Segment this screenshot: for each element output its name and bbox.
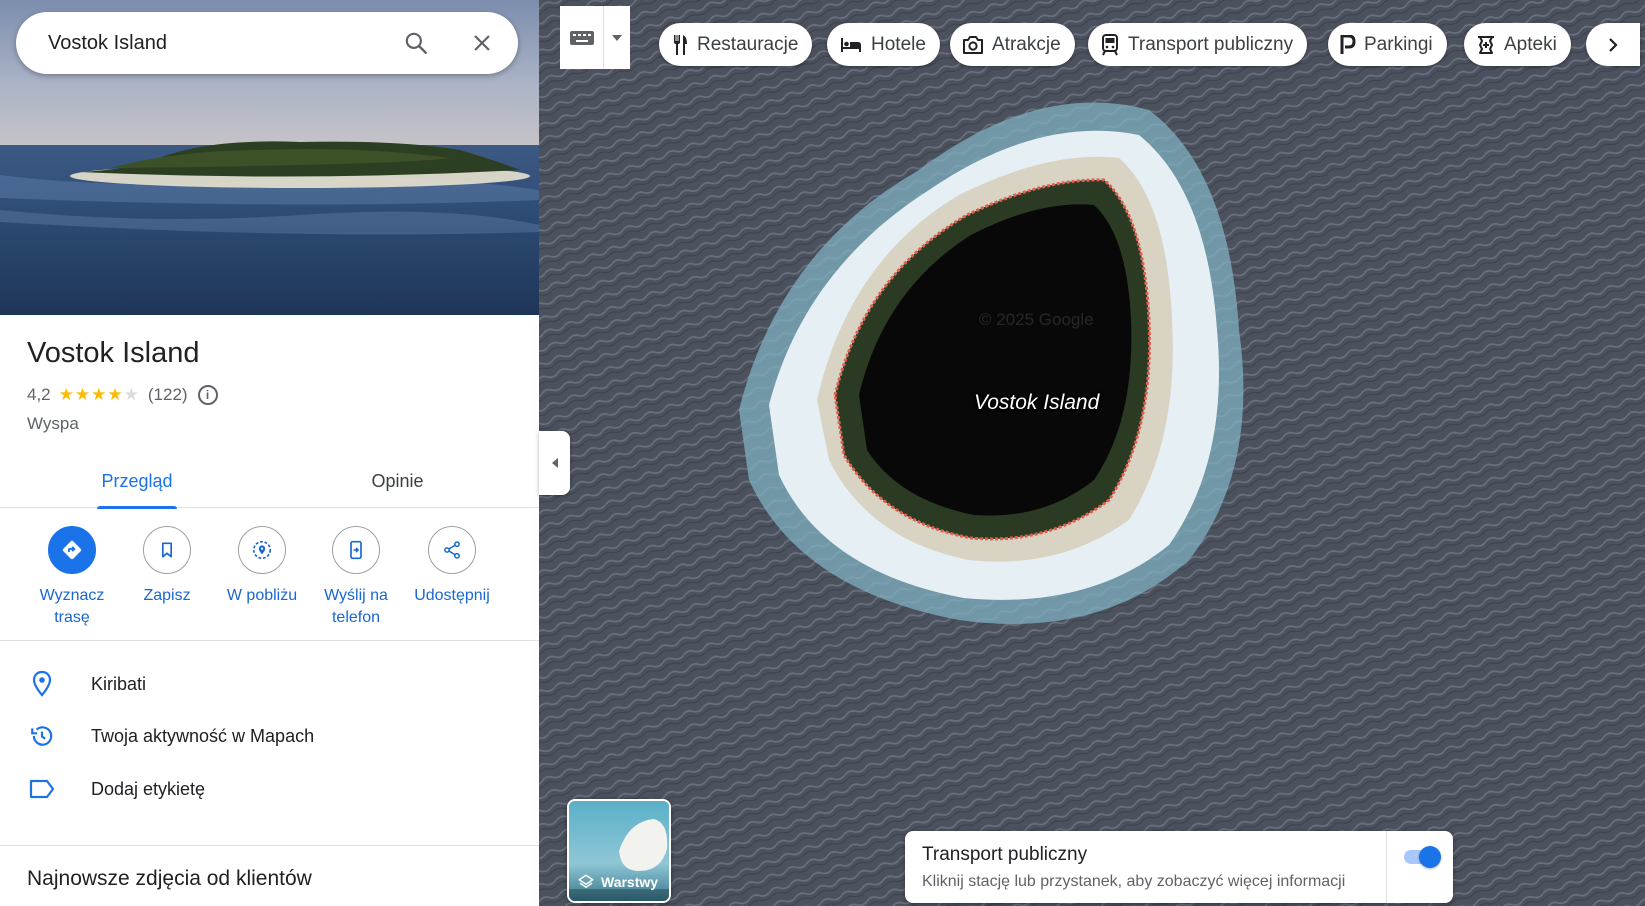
info-icon[interactable]: i (197, 385, 218, 405)
save-label: Zapisz (143, 587, 191, 604)
tab-reviews[interactable]: Opinie (355, 455, 440, 508)
place-category: Wyspa (27, 414, 79, 433)
chip-attractions[interactable]: Atrakcje (950, 23, 1075, 66)
transit-info-panel: Transport publiczny Kliknij stację lub p… (905, 831, 1453, 903)
tab-overview[interactable]: Przegląd (97, 455, 177, 509)
star-icon: ★ (74, 385, 92, 404)
share-icon (428, 526, 476, 574)
send-to-phone-label-1: Wyślij na (324, 587, 388, 604)
info-row-activity[interactable]: Twoja aktywność w Mapach (0, 712, 539, 760)
place-title: Vostok Island (27, 337, 200, 369)
review-count[interactable]: (122) (148, 385, 188, 405)
transit-panel-title: Transport publiczny (922, 844, 1088, 865)
directions-icon (48, 526, 96, 574)
nearby-button[interactable]: W pobliżu (212, 526, 312, 607)
keyboard-input-button[interactable] (560, 6, 630, 69)
pharmacy-icon (1476, 35, 1496, 55)
chip-attractions-label: Atrakcje (992, 33, 1061, 55)
chip-parking-label: Parkingi (1364, 33, 1433, 55)
chip-transit-label: Transport publiczny (1128, 33, 1294, 55)
layers-label-wrap: Warstwy (577, 873, 658, 891)
transit-panel-subtitle: Kliknij stację lub przystanek, aby zobac… (922, 873, 1346, 890)
rating-row: 4,2 ★★★★★ (122) i (27, 385, 218, 405)
transit-icon (1100, 33, 1120, 56)
address-text: Kiribati (91, 673, 147, 694)
send-to-phone-button[interactable]: Wyślij na telefon (306, 526, 406, 629)
chip-pharmacies-label: Apteki (1504, 33, 1557, 55)
place-tabs: Przegląd Opinie (0, 455, 539, 509)
chip-pharmacies[interactable]: Apteki (1464, 23, 1571, 66)
action-buttons: Wyznacz trasę Zapisz W pobliżu Wyślij na t… (0, 526, 539, 641)
location-pin-icon (28, 670, 56, 698)
layers-icon (578, 874, 594, 888)
place-panel: Vostok Island Vostok Island 4,2 ★★★★★ (1… (0, 0, 539, 906)
nearby-icon (238, 526, 286, 574)
search-icon[interactable] (392, 19, 440, 67)
send-to-phone-icon (332, 526, 380, 574)
chip-parking[interactable]: Parkingi (1328, 23, 1447, 66)
star-icon: ★ (91, 385, 108, 404)
hotel-icon (839, 36, 863, 54)
map-place-label[interactable]: Vostok Island (974, 391, 1099, 415)
transit-toggle[interactable] (1404, 846, 1441, 868)
info-row-label[interactable]: Dodaj etykietę (0, 765, 539, 813)
map-canvas[interactable]: © 2025 Google Vostok Island (539, 0, 1645, 906)
bookmark-icon (143, 526, 191, 574)
save-button[interactable]: Zapisz (117, 526, 217, 607)
layers-label: Warstwy (601, 874, 659, 890)
toggle-knob (1419, 846, 1441, 868)
divider (0, 845, 539, 846)
close-icon[interactable] (458, 19, 506, 67)
collapse-panel-button[interactable] (539, 431, 570, 495)
search-input[interactable]: Vostok Island (16, 32, 392, 55)
star-icon: ★ (58, 385, 75, 404)
star-icon: ★ (107, 385, 124, 404)
chip-hotels-label: Hotele (871, 33, 926, 55)
chip-transit[interactable]: Transport publiczny (1088, 23, 1308, 66)
chip-restaurants[interactable]: Restauracje (659, 23, 813, 66)
directions-button[interactable]: Wyznacz trasę (22, 526, 122, 629)
chip-hotels[interactable]: Hotele (827, 23, 940, 66)
recent-photos-heading: Najnowsze zdjęcia od klientów (27, 867, 312, 890)
directions-label-2: trasę (54, 609, 90, 626)
caret-left-icon (551, 458, 558, 468)
star-empty-icon: ★ (123, 385, 140, 404)
camera-icon (962, 35, 984, 55)
rating-value: 4,2 (27, 385, 51, 404)
share-label: Udostępnij (414, 587, 490, 604)
label-icon (28, 778, 56, 800)
directions-label-1: Wyznacz (39, 587, 105, 604)
nearby-label: W pobliżu (226, 587, 298, 604)
keyboard-icon[interactable] (560, 6, 604, 69)
history-icon (28, 723, 56, 749)
map-copyright-watermark: © 2025 Google (979, 310, 1094, 329)
rating-stars: ★★★★★ (59, 385, 140, 405)
restaurant-icon (671, 34, 689, 56)
caret-down-icon[interactable] (604, 6, 630, 69)
parking-icon (1340, 34, 1356, 55)
info-row-address[interactable]: Kiribati (0, 660, 539, 708)
send-to-phone-label-2: telefon (331, 609, 381, 626)
satellite-imagery: © 2025 Google (539, 0, 1645, 906)
search-box[interactable]: Vostok Island (16, 12, 518, 74)
chip-restaurants-label: Restauracje (697, 33, 799, 55)
chevron-right-icon (1609, 37, 1618, 52)
share-button[interactable]: Udostępnij (402, 526, 502, 607)
layers-button[interactable]: Warstwy (567, 799, 671, 903)
add-label-text: Dodaj etykietę (91, 778, 206, 799)
activity-text: Twoja aktywność w Mapach (91, 725, 315, 746)
chips-scroll-right-button[interactable] (1586, 23, 1640, 66)
divider (1386, 831, 1387, 903)
